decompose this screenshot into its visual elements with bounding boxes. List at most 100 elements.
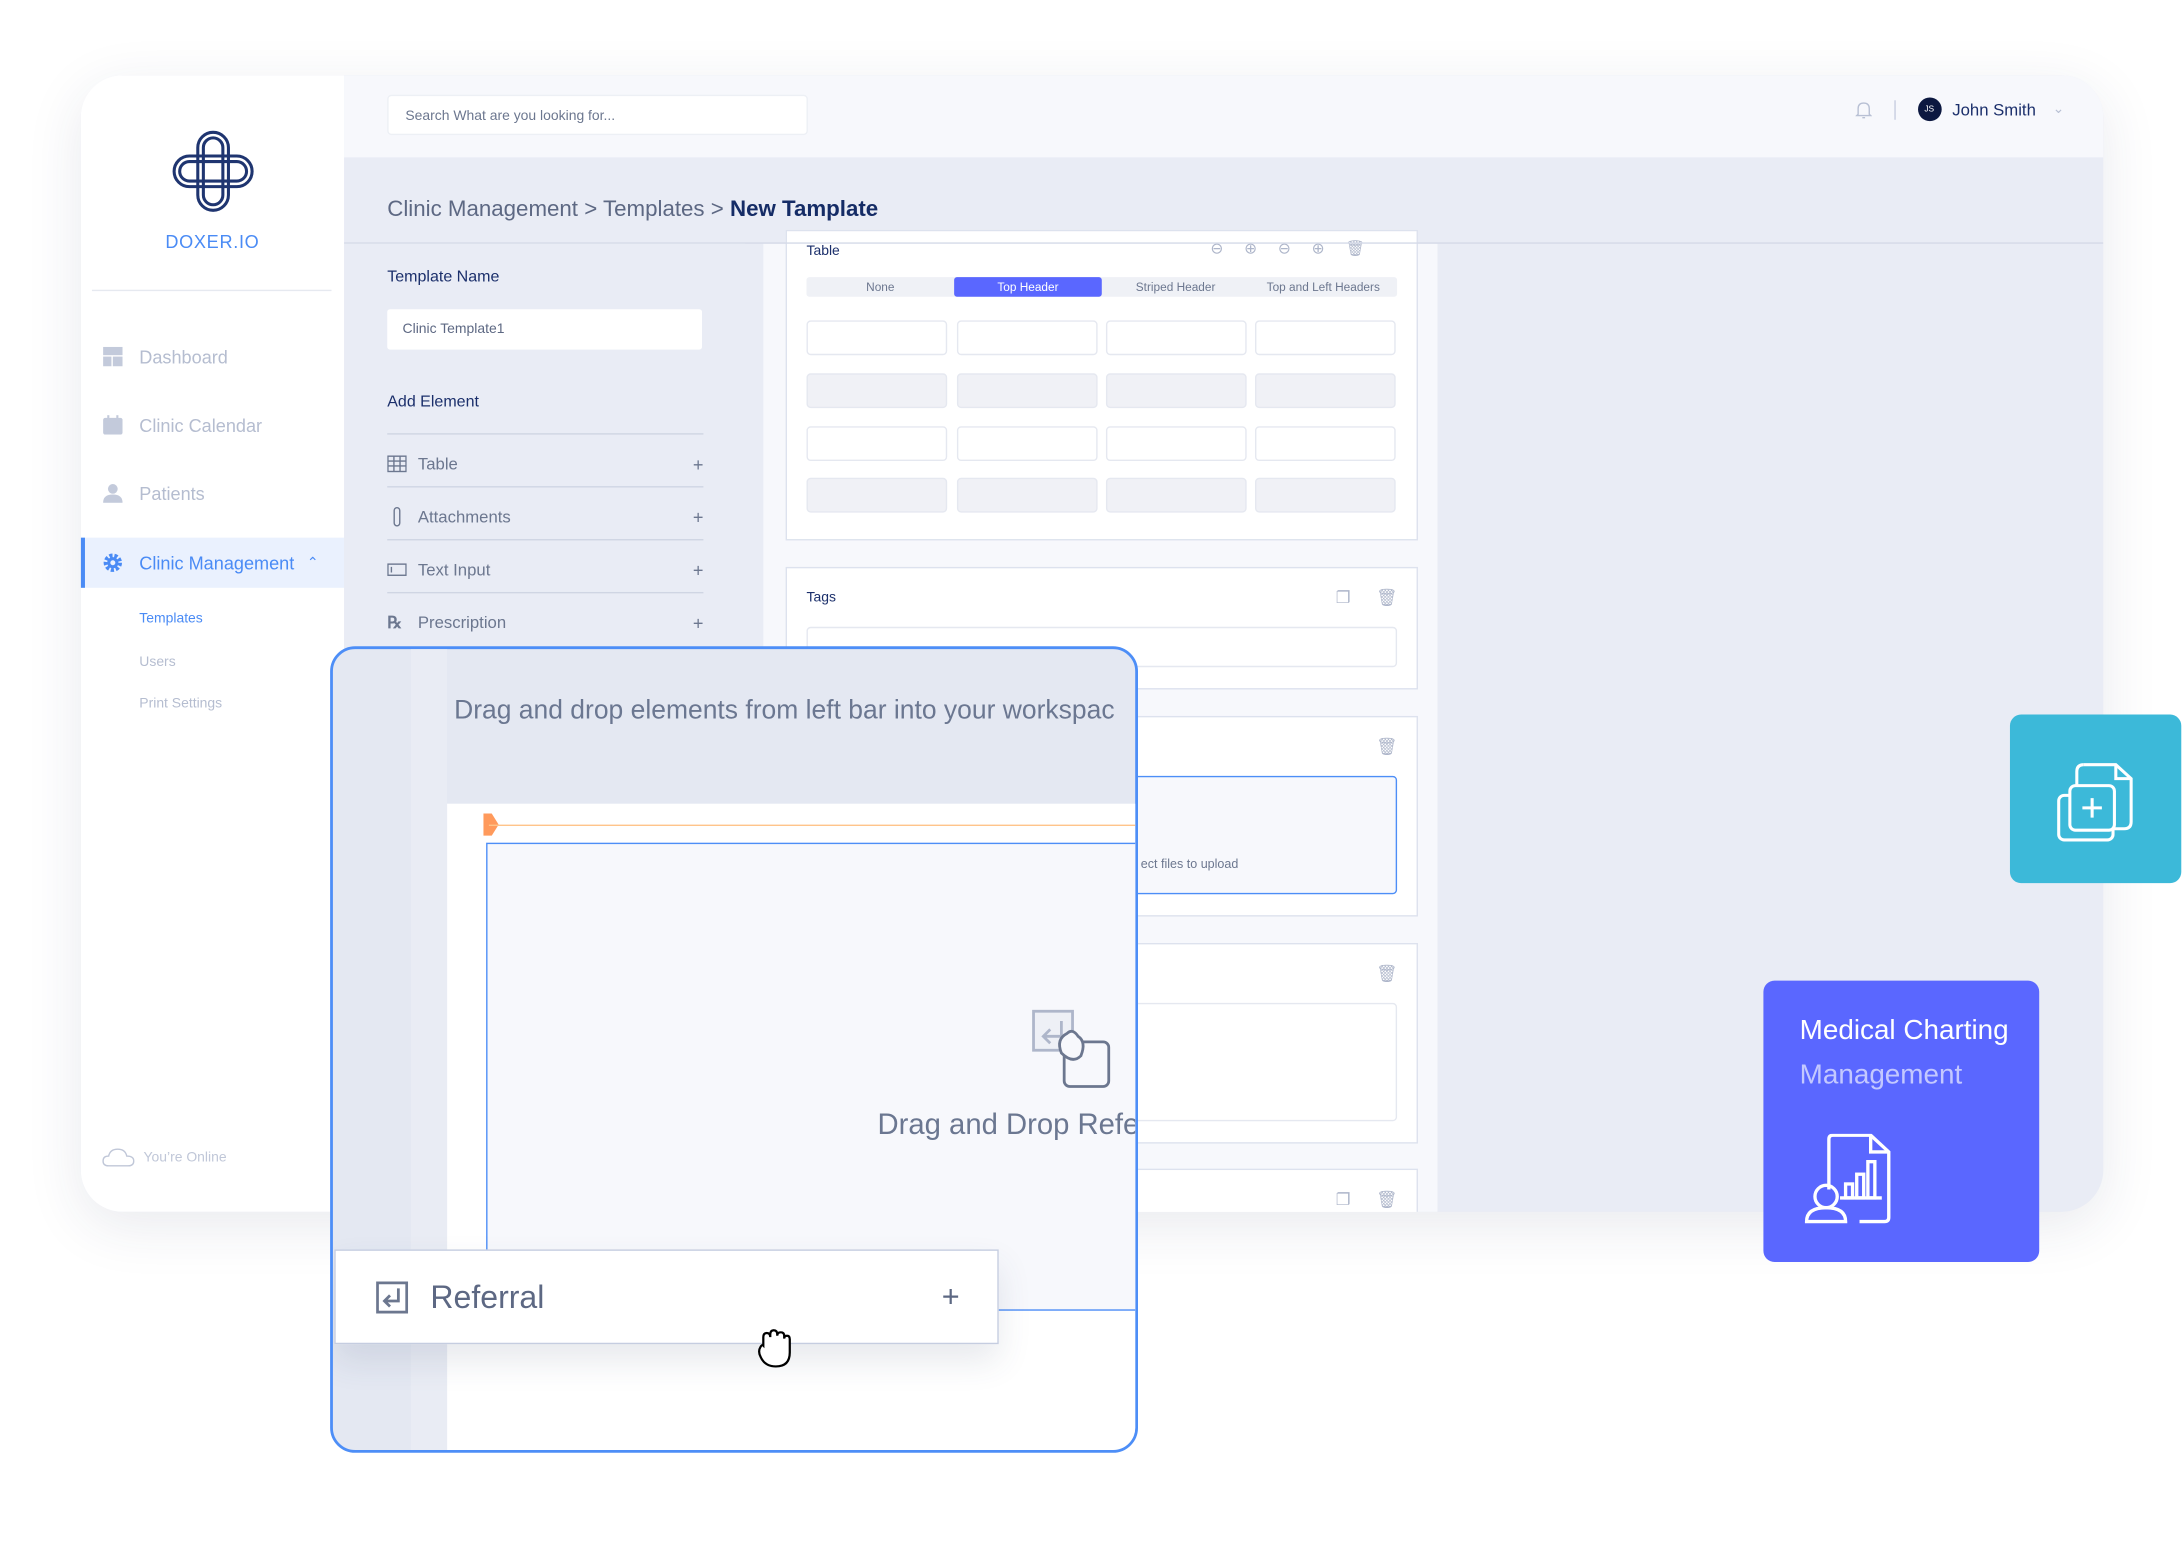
style-option-none[interactable]: None	[806, 277, 954, 297]
sidebar-item-patients[interactable]: Patients	[81, 468, 344, 518]
drop-indicator-line	[488, 824, 1136, 826]
sidebar-item-label: Clinic Calendar	[139, 414, 263, 436]
element-label: Attachments	[417, 507, 511, 527]
online-status-text: You’re Online	[143, 1149, 227, 1166]
trash-icon[interactable]: 🗑	[1376, 737, 1397, 757]
page-title: New Tamplate	[729, 197, 879, 222]
divider	[387, 591, 704, 594]
chart-report-icon	[1804, 1133, 1891, 1224]
referral-label: Referral	[430, 1277, 545, 1315]
add-document-card[interactable]	[2009, 714, 2182, 884]
medical-charting-card[interactable]: Medical Charting Management	[1763, 980, 2040, 1262]
divider	[387, 433, 704, 435]
plus-icon[interactable]: +	[942, 1279, 960, 1315]
element-label: Prescription	[417, 612, 507, 633]
paperclip-icon	[393, 507, 401, 527]
element-label: Text Input	[417, 559, 491, 580]
style-option-striped-header[interactable]: Striped Header	[1102, 277, 1250, 297]
table-cell[interactable]	[806, 477, 948, 513]
table-cell[interactable]	[956, 477, 1098, 513]
table-cell[interactable]	[1105, 373, 1247, 409]
dashboard-icon	[103, 346, 123, 367]
prescription-icon: ℞	[387, 612, 403, 633]
table-cell[interactable]	[1255, 320, 1396, 356]
plus-icon[interactable]: +	[693, 506, 704, 527]
table-icon	[387, 455, 407, 473]
table-cell[interactable]	[806, 320, 948, 356]
add-text-input-element[interactable]: Text Input +	[387, 556, 703, 584]
table-cell[interactable]	[1105, 426, 1247, 462]
breadcrumb-templates[interactable]: Templates	[603, 198, 705, 222]
header-style-selector: None Top Header Striped Header Top and L…	[806, 277, 1398, 297]
subnav-print-settings[interactable]: Print Settings	[139, 696, 222, 711]
table-cell[interactable]	[1255, 477, 1396, 513]
table-cell[interactable]	[956, 426, 1098, 462]
trash-icon[interactable]: 🗑	[1376, 964, 1397, 984]
bell-icon[interactable]	[1854, 100, 1872, 120]
breadcrumb-clinic-management[interactable]: Clinic Management	[387, 198, 578, 222]
calendar-icon	[103, 415, 123, 435]
plus-icon[interactable]: +	[693, 612, 704, 633]
table-cell[interactable]	[1105, 320, 1247, 356]
avatar[interactable]: JS	[1917, 97, 1942, 122]
table-cell[interactable]	[806, 426, 948, 462]
drop-target-label: Drag and Drop Refe	[877, 1108, 1138, 1141]
sidebar-item-dashboard[interactable]: Dashboard	[81, 332, 344, 382]
copy-icon[interactable]: ❐	[1336, 588, 1351, 608]
grab-cursor-icon	[758, 1329, 791, 1368]
sidebar-item-label: Clinic Management	[139, 552, 295, 574]
table-cell[interactable]	[1255, 373, 1396, 409]
add-table-element[interactable]: Table +	[387, 450, 703, 478]
template-name-input[interactable]: Clinic Template1	[387, 309, 703, 350]
table-card: Table ⊖ ⊕ ⊖ ⊕ 🗑 None Top Header Striped …	[785, 229, 1418, 541]
dropzone-text: ect files to upload	[1140, 856, 1239, 871]
element-label: Table	[417, 454, 458, 474]
sidebar-item-clinic-calendar[interactable]: Clinic Calendar	[81, 400, 344, 450]
sidebar: DOXER.IO Dashboard Clinic Calendar Patie…	[80, 75, 349, 1212]
dragged-referral-item[interactable]: Referral +	[334, 1249, 999, 1345]
user-area: JS John Smith ⌄	[1854, 97, 2065, 122]
drag-drop-zoom-panel: Drag and drop elements from left bar int…	[330, 646, 1138, 1453]
breadcrumb: Clinic Management > Templates > New Tamp…	[387, 198, 878, 223]
add-prescription-element[interactable]: ℞ Prescription +	[387, 609, 703, 637]
drop-target[interactable]: Drag and Drop Refe	[486, 842, 1138, 1311]
divider	[1893, 99, 1896, 120]
search-input[interactable]: Search What are you looking for...	[387, 94, 808, 136]
user-icon	[103, 484, 123, 503]
divider	[387, 539, 704, 541]
table-cell[interactable]	[956, 373, 1098, 409]
subnav-templates[interactable]: Templates	[139, 611, 202, 626]
chevron-down-icon[interactable]: ⌄	[2053, 102, 2065, 117]
copy-icon[interactable]: ❐	[1336, 1190, 1351, 1210]
table-cell[interactable]	[956, 320, 1098, 356]
plus-icon[interactable]: +	[693, 559, 704, 580]
sidebar-item-clinic-management[interactable]: Clinic Management ⌃	[80, 537, 349, 588]
brand-name: DOXER.IO	[165, 231, 260, 253]
style-option-top-header[interactable]: Top Header	[954, 277, 1102, 297]
sidebar-item-label: Dashboard	[139, 346, 228, 368]
divider	[387, 486, 704, 488]
add-element-label: Add Element	[387, 394, 479, 411]
add-attachments-element[interactable]: Attachments +	[387, 503, 703, 531]
template-name-label: Template Name	[387, 268, 500, 286]
sidebar-item-label: Patients	[139, 482, 205, 504]
plus-icon[interactable]: +	[693, 453, 704, 474]
promo-title: Medical Charting	[1799, 1015, 2009, 1047]
table-cell[interactable]	[1105, 477, 1247, 513]
chevron-up-icon: ⌃	[306, 555, 319, 571]
promo-subtitle: Management	[1799, 1059, 1963, 1091]
table-cell[interactable]	[806, 373, 948, 409]
trash-icon[interactable]: 🗑	[1376, 1190, 1397, 1210]
divider	[91, 289, 332, 292]
subnav-users[interactable]: Users	[139, 655, 175, 670]
user-name[interactable]: John Smith	[1952, 100, 2036, 120]
text-input-icon	[387, 563, 407, 576]
style-option-top-left-headers[interactable]: Top and Left Headers	[1249, 277, 1397, 297]
cloud-icon	[102, 1148, 135, 1167]
trash-icon[interactable]: 🗑	[1376, 588, 1397, 608]
add-document-icon	[2057, 763, 2133, 842]
drag-drop-icon	[1032, 1009, 1111, 1088]
table-cell[interactable]	[1255, 426, 1396, 462]
breadcrumb-separator: >	[584, 197, 598, 222]
card-title: Tags	[806, 590, 836, 606]
